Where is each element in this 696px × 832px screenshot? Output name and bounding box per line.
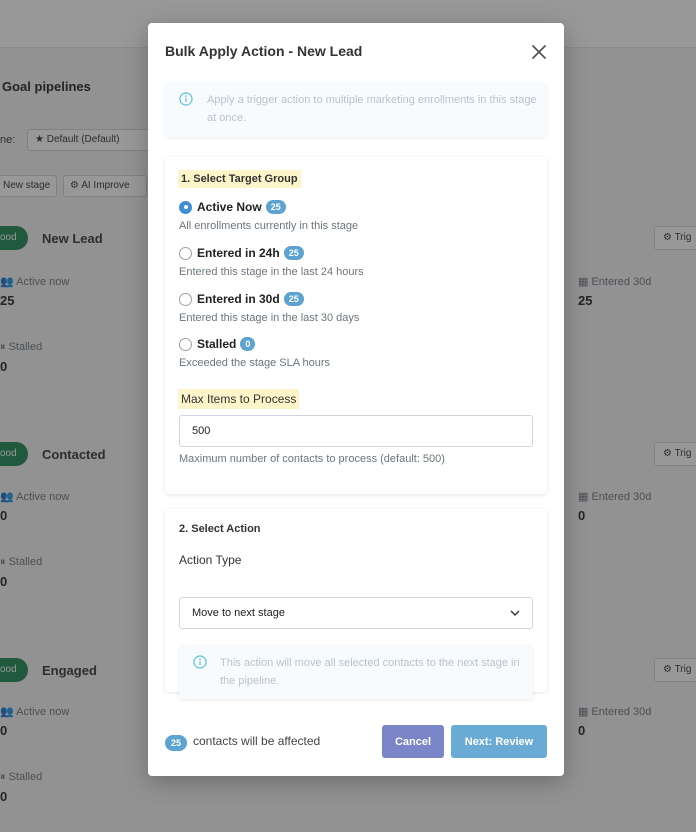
- next-review-button[interactable]: Next: Review: [451, 725, 547, 758]
- radio-button[interactable]: [179, 337, 192, 351]
- radio-label: Entered in 24h: [197, 246, 280, 260]
- count-badge: 25: [283, 246, 304, 260]
- radio-label: Active Now: [197, 200, 262, 214]
- radio-description: Entered this stage in the last 30 days: [179, 312, 360, 324]
- radio-description: All enrollments currently in this stage: [179, 220, 359, 232]
- radio-label: Entered in 30d: [197, 292, 280, 306]
- radio-button[interactable]: [179, 200, 192, 214]
- info-icon: [179, 92, 193, 106]
- action-type-label: Action Type: [179, 553, 242, 567]
- radio-option-stalled[interactable]: Stalled 0: [179, 336, 256, 352]
- radio-label: Stalled: [197, 337, 237, 351]
- bulk-apply-modal: Bulk Apply Action - New Lead Apply a tri…: [148, 23, 564, 776]
- max-items-help: Maximum number of contacts to process (d…: [179, 453, 445, 465]
- radio-button[interactable]: [179, 246, 192, 260]
- count-badge: 0: [240, 337, 256, 351]
- radio-button[interactable]: [179, 292, 192, 306]
- info-alert: Apply a trigger action to multiple marke…: [165, 82, 547, 137]
- radio-option-active-now[interactable]: Active Now 25: [179, 199, 286, 215]
- radio-description: Exceeded the stage SLA hours: [179, 357, 331, 369]
- close-icon[interactable]: [528, 41, 550, 63]
- cancel-button[interactable]: Cancel: [382, 725, 444, 758]
- radio-option-entered-24h[interactable]: Entered in 24h 25: [179, 245, 304, 261]
- radio-description: Entered this stage in the last 24 hours: [179, 266, 364, 278]
- action-type-value: Move to next stage: [192, 607, 285, 619]
- count-badge: 25: [265, 200, 286, 214]
- affected-count-badge: 25: [165, 735, 188, 751]
- modal-title: Bulk Apply Action - New Lead: [165, 43, 363, 59]
- action-info-text: This action will move all selected conta…: [220, 657, 520, 687]
- count-badge: 25: [283, 292, 304, 306]
- action-type-select[interactable]: Move to next stage: [179, 597, 533, 629]
- select-action-card: 2. Select Action Action Type Move to nex…: [165, 509, 547, 699]
- chevron-down-icon: [510, 610, 520, 616]
- max-items-input[interactable]: [179, 415, 533, 447]
- radio-option-entered-30d[interactable]: Entered in 30d 25: [179, 291, 304, 307]
- info-icon: [193, 655, 207, 669]
- action-info-alert: This action will move all selected conta…: [179, 645, 533, 699]
- max-items-label: Max Items to Process: [178, 389, 300, 409]
- target-group-title: 1. Select Target Group: [178, 170, 301, 188]
- affected-text: contacts will be affected: [193, 734, 321, 748]
- select-action-title: 2. Select Action: [179, 523, 261, 535]
- info-text: Apply a trigger action to multiple marke…: [207, 94, 537, 124]
- target-group-card: 1. Select Target Group Active Now 25 All…: [165, 157, 547, 494]
